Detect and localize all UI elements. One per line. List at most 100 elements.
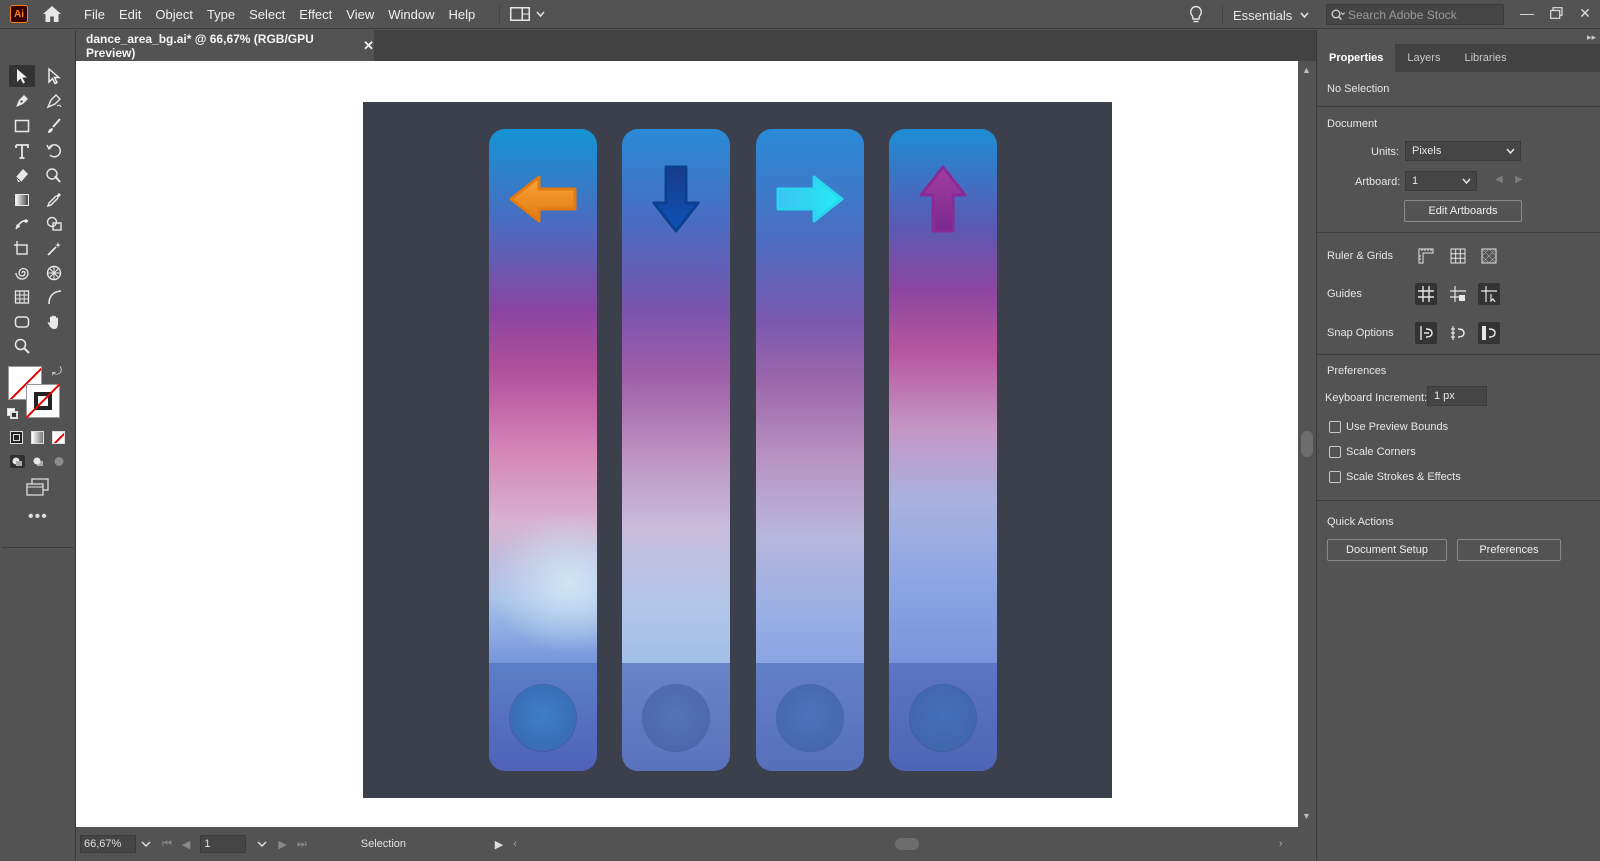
menu-help[interactable]: Help xyxy=(448,7,475,22)
menu-file[interactable]: File xyxy=(84,7,105,22)
rounded-rectangle-tool-icon[interactable] xyxy=(9,311,35,333)
menu-effect[interactable]: Effect xyxy=(299,7,332,22)
paintbrush-tool-icon[interactable] xyxy=(41,115,67,137)
zoom-tool-icon[interactable] xyxy=(9,335,35,357)
tab-properties[interactable]: Properties xyxy=(1317,44,1396,72)
menu-window[interactable]: Window xyxy=(388,7,434,22)
keyboard-increment-input[interactable]: 1 px xyxy=(1427,386,1487,406)
collapse-panel-icon[interactable]: ▸▸ xyxy=(1587,32,1596,43)
scale-corners-checkbox[interactable]: Scale Corners xyxy=(1329,446,1416,458)
preferences-button[interactable]: Preferences xyxy=(1457,539,1561,561)
scale-strokes-effects-checkbox[interactable]: Scale Strokes & Effects xyxy=(1329,471,1461,483)
scroll-left-icon[interactable]: ‹ xyxy=(513,838,517,850)
checkbox-box[interactable] xyxy=(1329,421,1341,433)
last-artboard-icon[interactable]: ⏭ xyxy=(297,838,307,851)
stock-search-input[interactable] xyxy=(1348,7,1488,22)
arc-tool-icon[interactable] xyxy=(41,286,67,308)
gradient-mode-icon[interactable] xyxy=(31,431,44,444)
type-tool-icon[interactable] xyxy=(9,140,35,162)
horizontal-scroll-thumb[interactable] xyxy=(894,838,919,850)
next-artboard-icon[interactable]: ▶ xyxy=(278,838,286,851)
grid-icon[interactable] xyxy=(1447,245,1469,267)
ruler-icon[interactable] xyxy=(1415,245,1437,267)
more-tools-icon[interactable]: ••• xyxy=(28,508,48,526)
horizontal-scrollbar[interactable] xyxy=(521,835,1279,853)
fill-color-mode-icon[interactable] xyxy=(10,431,23,444)
menu-type[interactable]: Type xyxy=(207,7,235,22)
status-menu-icon[interactable]: ▶ xyxy=(495,838,503,851)
lane-up[interactable] xyxy=(889,129,997,771)
snap-to-grid-icon[interactable] xyxy=(1447,322,1469,344)
none-mode-icon[interactable] xyxy=(52,431,65,444)
gradient-tool-icon[interactable] xyxy=(9,189,35,211)
eraser-tool-icon[interactable] xyxy=(9,164,35,186)
canvas[interactable] xyxy=(76,61,1298,827)
arrange-documents-button[interactable] xyxy=(499,4,545,24)
tab-layers[interactable]: Layers xyxy=(1395,44,1452,72)
menu-view[interactable]: View xyxy=(346,7,374,22)
menu-object[interactable]: Object xyxy=(155,7,193,22)
scroll-up-icon[interactable]: ▲ xyxy=(1302,65,1311,75)
use-preview-bounds-checkbox[interactable]: Use Preview Bounds xyxy=(1329,421,1448,433)
eyedropper-tool-icon[interactable] xyxy=(41,189,67,211)
stock-search-box[interactable] xyxy=(1326,4,1504,25)
menu-select[interactable]: Select xyxy=(249,7,285,22)
document-setup-button[interactable]: Document Setup xyxy=(1327,539,1447,561)
menu-edit[interactable]: Edit xyxy=(119,7,141,22)
direct-selection-tool-icon[interactable] xyxy=(41,65,67,87)
lightbulb-icon[interactable] xyxy=(1188,5,1204,28)
artboard-dropdown-icon[interactable] xyxy=(256,840,268,848)
puppet-warp-tool-icon[interactable] xyxy=(9,213,35,235)
rectangle-tool-icon[interactable] xyxy=(9,115,35,137)
zoom-dropdown-icon[interactable] xyxy=(140,840,152,848)
snap-to-pixel-icon[interactable] xyxy=(1478,322,1500,344)
transparency-grid-icon[interactable] xyxy=(1478,245,1500,267)
lane-right[interactable] xyxy=(756,129,864,771)
artboard[interactable] xyxy=(363,102,1112,798)
previous-artboard-icon[interactable]: ◀ xyxy=(182,838,190,851)
spiral-tool-icon[interactable] xyxy=(9,262,35,284)
snap-to-point-icon[interactable] xyxy=(1415,322,1437,344)
screen-mode-icon[interactable] xyxy=(26,478,50,496)
smart-guides-icon[interactable] xyxy=(1478,283,1500,305)
shape-builder-alt-icon[interactable] xyxy=(41,213,67,235)
restore-icon[interactable] xyxy=(1546,4,1566,22)
lock-guides-icon[interactable] xyxy=(1447,283,1469,305)
previous-artboard-icon[interactable]: ◀ xyxy=(1495,174,1503,185)
vertical-scroll-thumb[interactable] xyxy=(1301,431,1313,457)
shape-builder-tool-icon[interactable] xyxy=(41,164,67,186)
units-select[interactable]: Pixels xyxy=(1405,141,1521,161)
home-icon[interactable] xyxy=(42,4,62,24)
draw-behind-icon[interactable] xyxy=(31,455,46,468)
document-tab[interactable]: dance_area_bg.ai* @ 66,67% (RGB/GPU Prev… xyxy=(76,30,374,61)
magic-wand-tool-icon[interactable] xyxy=(41,238,67,260)
artboard-tool-icon[interactable] xyxy=(9,238,35,260)
hand-tool-icon[interactable] xyxy=(41,311,67,333)
rotate-tool-icon[interactable] xyxy=(41,140,67,162)
tab-libraries[interactable]: Libraries xyxy=(1452,44,1518,72)
first-artboard-icon[interactable]: ⏮ xyxy=(162,838,172,851)
next-artboard-icon[interactable]: ▶ xyxy=(1515,174,1523,185)
vertical-scrollbar[interactable]: ▲ ▼ xyxy=(1298,61,1316,827)
lane-down[interactable] xyxy=(622,129,730,771)
show-guides-icon[interactable] xyxy=(1415,283,1437,305)
lane-left[interactable] xyxy=(489,129,597,771)
artboard-select[interactable]: 1 xyxy=(1405,171,1477,191)
checkbox-box[interactable] xyxy=(1329,446,1341,458)
symbol-sprayer-tool-icon[interactable] xyxy=(41,262,67,284)
workspace-switcher[interactable]: Essentials xyxy=(1222,6,1309,24)
draw-normal-icon[interactable] xyxy=(10,455,25,468)
selection-tool-icon[interactable] xyxy=(9,65,35,87)
edit-artboards-button[interactable]: Edit Artboards xyxy=(1404,200,1522,222)
draw-inside-icon[interactable] xyxy=(52,455,67,468)
checkbox-box[interactable] xyxy=(1329,471,1341,483)
stroke-swatch[interactable] xyxy=(26,384,60,418)
zoom-level-field[interactable]: 66,67% xyxy=(80,835,136,853)
scroll-right-icon[interactable]: › xyxy=(1279,838,1283,850)
close-icon[interactable]: ✕ xyxy=(363,38,374,54)
mesh-tool-icon[interactable] xyxy=(9,286,35,308)
minimize-icon[interactable]: — xyxy=(1517,4,1537,22)
close-window-icon[interactable]: ✕ xyxy=(1575,4,1595,22)
curvature-tool-icon[interactable] xyxy=(41,90,67,112)
artboard-number-field[interactable]: 1 xyxy=(200,835,247,853)
